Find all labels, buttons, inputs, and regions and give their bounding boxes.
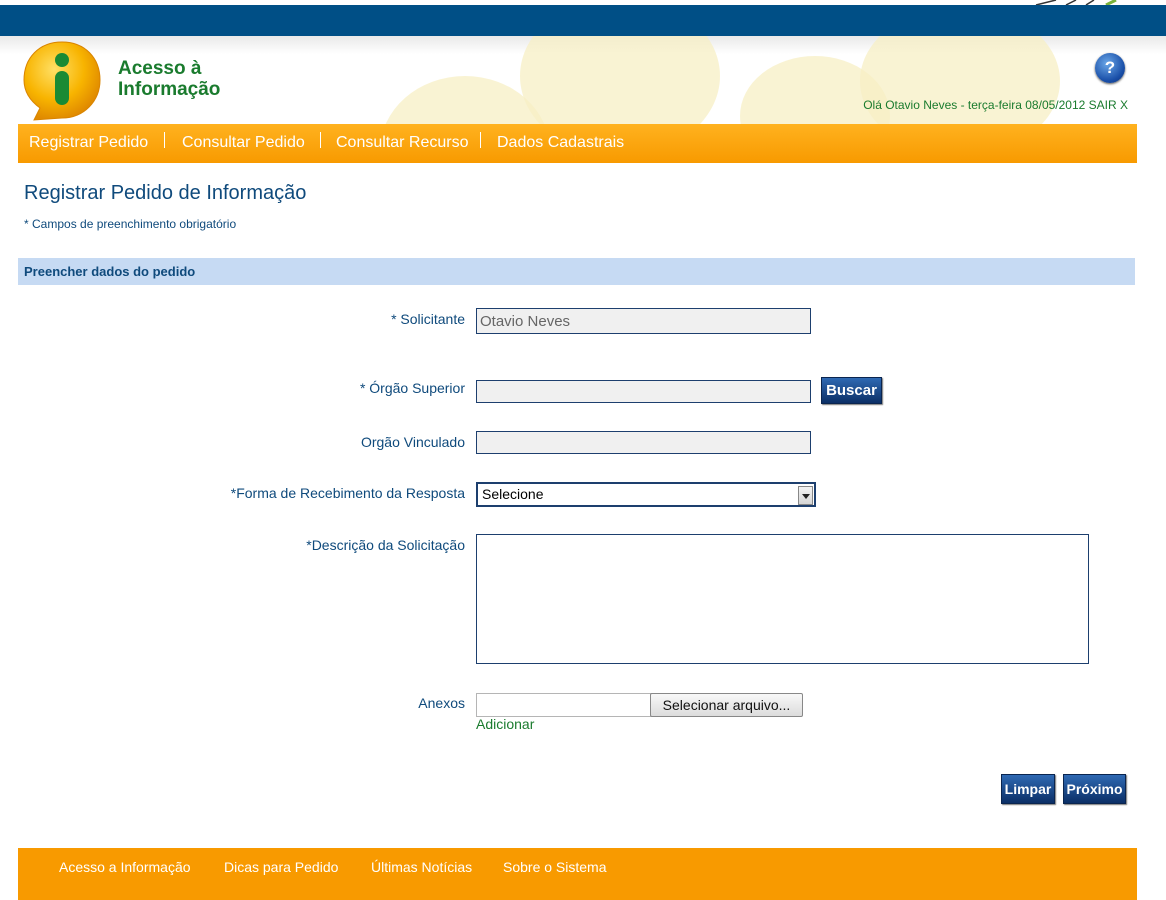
solicitante-field[interactable] [476,308,811,334]
nav-item-consultar-recurso[interactable]: Consultar Recurso [336,134,469,152]
select-file-button[interactable]: Selecionar arquivo... [650,693,803,717]
section-header: Preencher dados do pedido [18,258,1135,285]
orgao-vinculado-field[interactable] [476,431,811,454]
nav-separator [320,132,321,148]
select-value: Selecione [482,486,544,502]
chevron-down-icon[interactable] [798,486,813,505]
proximo-button[interactable]: Próximo [1063,774,1126,804]
forma-recebimento-select[interactable]: Selecione [476,482,816,507]
help-button[interactable]: ? [1095,53,1125,83]
top-bar [0,0,1166,36]
limpar-button[interactable]: Limpar [1001,774,1055,804]
logo-icon[interactable] [20,38,104,122]
logo-text-line: Informação [118,79,221,100]
footer-link-acesso-informacao[interactable]: Acesso a Informação [59,859,191,875]
nav-item-consultar-pedido[interactable]: Consultar Pedido [182,134,305,152]
main-nav: Registrar Pedido Consultar Pedido Consul… [18,124,1137,163]
orgao-superior-field[interactable] [476,380,811,403]
background-bubble [520,36,720,124]
site-footer: Acesso a Informação Dicas para Pedido Úl… [18,848,1137,900]
nav-separator [480,132,481,148]
footer-link-dicas-pedido[interactable]: Dicas para Pedido [224,859,338,875]
descricao-label: *Descrição da Solicitação [306,537,465,553]
logo-text-line: Acesso à [118,58,202,79]
site-header: Acesso à Informação ? Olá Otavio Neves -… [0,36,1166,124]
nav-item-registrar-pedido[interactable]: Registrar Pedido [29,134,148,152]
top-band [0,5,1166,36]
nav-item-dados-cadastrais[interactable]: Dados Cadastrais [497,134,624,152]
logo-text: Acesso à Informação [118,58,220,100]
footer-link-ultimas-noticias[interactable]: Últimas Notícias [371,859,472,875]
anexos-label: Anexos [418,695,465,711]
user-greeting[interactable]: Olá Otavio Neves - terça-feira 08/05/201… [863,98,1128,112]
file-name-field[interactable] [476,693,652,717]
solicitante-label: * Solicitante [391,311,465,327]
buscar-button[interactable]: Buscar [821,377,882,404]
orgao-superior-label: * Órgão Superior [359,380,465,396]
section-title: Preencher dados do pedido [24,264,196,279]
descricao-textarea[interactable] [476,534,1089,664]
forma-recebimento-label: *Forma de Recebimento da Resposta [230,485,465,501]
decorative-branches [1035,0,1117,5]
adicionar-link[interactable]: Adicionar [476,716,534,732]
required-fields-note: * Campos de preenchimento obrigatório [24,217,237,231]
nav-separator [164,132,165,148]
footer-link-sobre-sistema[interactable]: Sobre o Sistema [503,859,607,875]
page-title: Registrar Pedido de Informação [24,182,307,204]
orgao-vinculado-label: Orgão Vinculado [360,434,465,450]
